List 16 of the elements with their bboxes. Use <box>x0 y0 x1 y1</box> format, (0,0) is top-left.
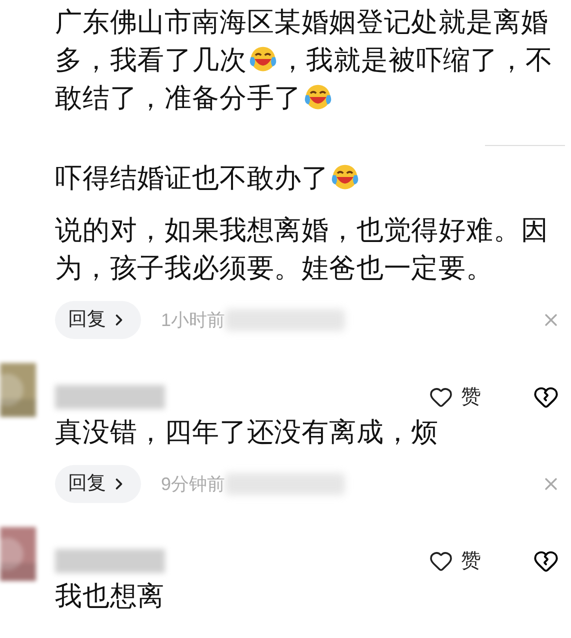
heart-icon <box>429 549 453 573</box>
heart-icon <box>429 385 453 409</box>
laughing-crying-emoji-icon <box>302 82 333 112</box>
comment-text: 广东佛山市南海区某婚姻登记处就是离婚多，我看了几次 ，我就是被吓缩了，不敢结了，准备分手了 <box>55 6 554 115</box>
comment-text: 真没错，四年了还没有离成，烦 <box>55 416 440 449</box>
like-button[interactable]: 赞 <box>429 546 481 576</box>
reply-button[interactable]: 回复 <box>55 301 141 339</box>
timestamp: 9分钟前 <box>161 472 226 496</box>
timestamp: 1小时前 <box>161 308 226 332</box>
like-button[interactable]: 赞 <box>429 382 481 412</box>
laughing-crying-emoji-icon <box>248 44 278 74</box>
comment-text: 吓得结婚证也不敢办了 <box>55 159 560 197</box>
comment-text: 说的对，如果我想离婚，也觉得好难。因为，孩子我必须要。娃爸也一定要。 <box>55 214 550 285</box>
laughing-crying-emoji-icon <box>330 162 360 192</box>
comment-text: 我也想离 <box>55 580 166 613</box>
reply-button[interactable]: 回复 <box>55 465 141 503</box>
